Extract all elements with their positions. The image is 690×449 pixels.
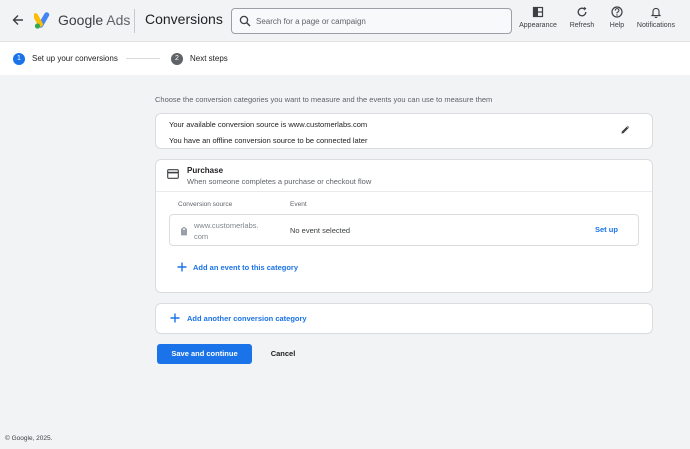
set-up-button[interactable]: Set up — [595, 225, 618, 234]
offline-source-text: You have an offline conversion source to… — [169, 136, 368, 145]
tag-icon — [181, 226, 187, 236]
add-event-link[interactable]: Add an event to this category — [193, 263, 298, 272]
search-input[interactable] — [256, 13, 506, 29]
brand-prefix: Google — [58, 12, 104, 28]
add-event-plus-icon[interactable] — [177, 262, 187, 272]
edit-pencil-icon[interactable] — [620, 124, 631, 135]
credit-card-icon — [167, 169, 179, 179]
conversion-source-value: www.customerlabs. — [194, 221, 259, 230]
intro-text: Choose the conversion categories you wan… — [155, 95, 493, 104]
table-row — [169, 214, 639, 246]
event-value: No event selected — [290, 226, 351, 235]
category-title: Purchase — [187, 166, 224, 175]
cancel-button[interactable]: Cancel — [262, 344, 304, 364]
conversion-source-text: Your available conversion source is www.… — [169, 120, 368, 129]
top-app-bar: Google Ads Conversions Appearance Refres… — [0, 0, 690, 42]
back-arrow-icon[interactable] — [10, 12, 26, 28]
step-2-label[interactable]: Next steps — [190, 54, 228, 63]
column-header-source: Conversion source — [178, 201, 233, 208]
step-2-number: 2 — [171, 53, 183, 65]
column-header-event: Event — [290, 201, 307, 208]
help-icon — [611, 6, 623, 18]
category-subtitle: When someone completes a purchase or che… — [187, 177, 372, 186]
notifications-button[interactable]: Notifications — [633, 6, 679, 34]
bell-icon — [650, 7, 662, 18]
refresh-label: Refresh — [569, 22, 595, 29]
step-1-number: 1 — [13, 53, 25, 65]
help-button[interactable]: Help — [605, 6, 629, 34]
search-icon — [239, 15, 251, 27]
appearance-label: Appearance — [519, 22, 557, 29]
conversion-source-value-cont: com — [194, 232, 209, 241]
step-connector — [126, 58, 160, 59]
footer-copyright: © Google, 2025. — [5, 435, 53, 442]
google-ads-logo-icon — [34, 12, 50, 29]
appearance-button[interactable]: Appearance — [517, 6, 559, 34]
notifications-label: Notifications — [636, 22, 676, 29]
search-box[interactable] — [231, 8, 512, 34]
add-category-plus-icon[interactable] — [170, 313, 180, 323]
add-category-link[interactable]: Add another conversion category — [187, 314, 307, 323]
step-1-label[interactable]: Set up your conversions — [32, 54, 118, 63]
save-and-continue-button[interactable]: Save and continue — [157, 344, 252, 364]
header-divider — [134, 9, 135, 33]
help-label: Help — [609, 22, 625, 29]
appearance-icon — [532, 6, 544, 18]
card-divider — [156, 191, 652, 192]
brand-suffix: Ads — [106, 12, 131, 28]
refresh-button[interactable]: Refresh — [566, 6, 598, 34]
brand-name: Google Ads — [58, 12, 130, 28]
refresh-icon — [577, 6, 587, 17]
page-title: Conversions — [145, 11, 223, 27]
